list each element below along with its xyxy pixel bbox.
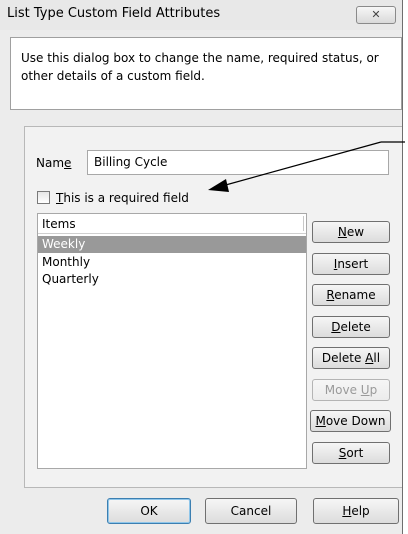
callout-arrow-icon [208, 141, 405, 192]
